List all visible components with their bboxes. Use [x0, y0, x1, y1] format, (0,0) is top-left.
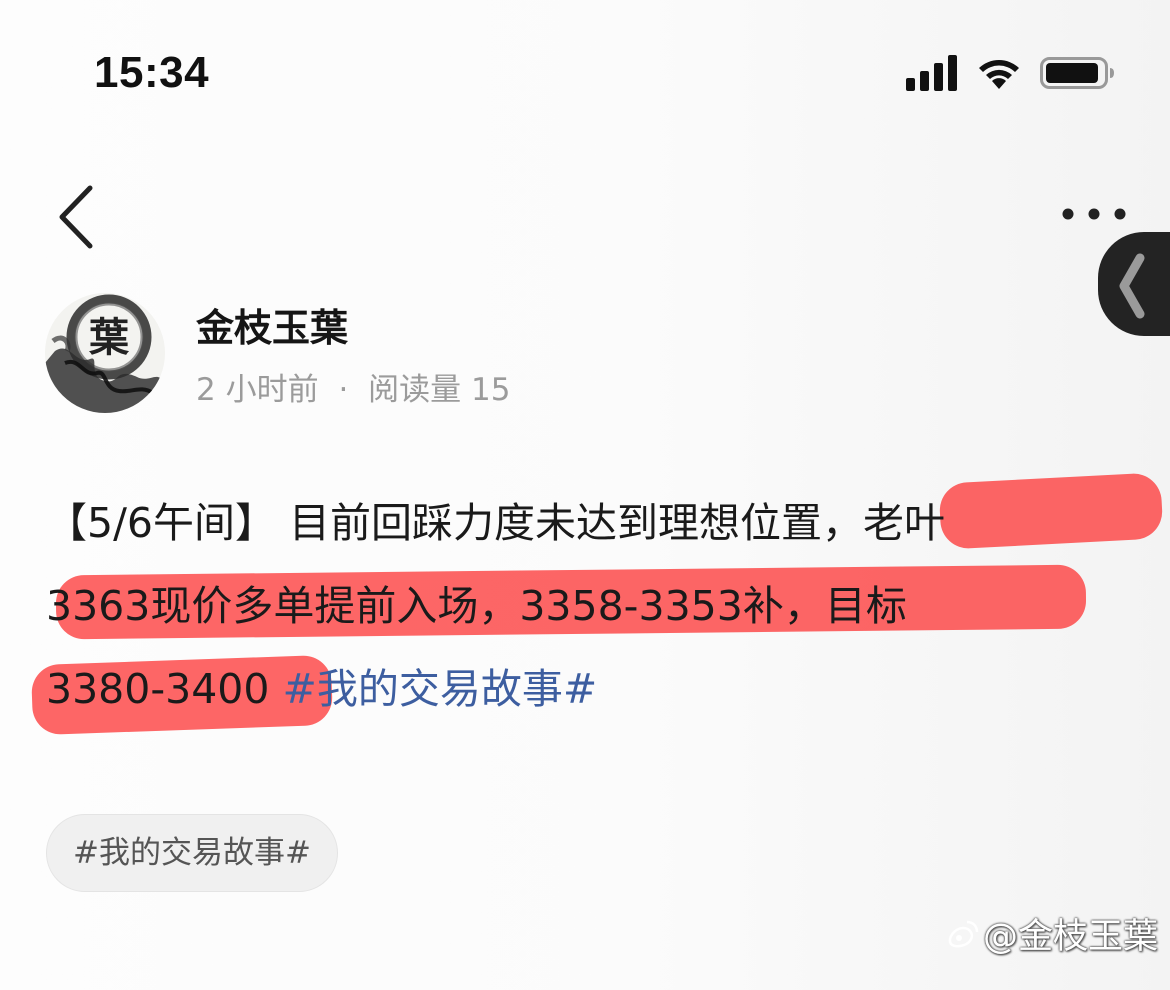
- status-icons: [906, 54, 1116, 94]
- post-line-3: 3380-3400 #我的交易故事#: [46, 648, 1146, 731]
- floating-side-tab[interactable]: [1098, 232, 1170, 336]
- back-button[interactable]: [52, 180, 102, 254]
- weibo-logo-icon: [948, 920, 979, 948]
- post-time: 2 小时前: [196, 372, 319, 408]
- wifi-icon: [979, 60, 1019, 89]
- author-name[interactable]: 金枝玉葉: [196, 297, 348, 352]
- status-bar: 15:34: [0, 0, 1170, 140]
- post-line-1: 【5/6午间】 目前回踩力度未达到理想位置，老叶: [46, 499, 946, 547]
- chevron-left-icon: [59, 185, 93, 249]
- watermark: @金枝玉葉: [945, 908, 1158, 959]
- watermark-text: @金枝玉葉: [982, 917, 1158, 957]
- status-time: 15:34: [94, 48, 210, 97]
- more-button[interactable]: [1054, 196, 1134, 232]
- read-count: 阅读量 15: [368, 372, 511, 408]
- cellular-signal-icon: [906, 55, 957, 91]
- post-line-3-text: 3380-3400: [46, 665, 283, 713]
- avatar-character: 葉: [88, 314, 130, 361]
- chevron-left-icon: [1119, 253, 1145, 319]
- meta-separator: ·: [338, 372, 349, 408]
- avatar-ink-image: 葉: [45, 293, 165, 413]
- avatar[interactable]: 葉: [45, 293, 165, 413]
- inline-hashtag-link[interactable]: #我的交易故事#: [283, 665, 598, 713]
- post-line-2: 3363现价多单提前入场，3358-3353补，目标: [46, 582, 907, 630]
- battery-icon: [1040, 57, 1114, 89]
- post-body: 【5/6午间】 目前回踩力度未达到理想位置，老叶 3363现价多单提前入场，33…: [46, 482, 1146, 731]
- topic-tag-pill[interactable]: #我的交易故事#: [46, 814, 338, 892]
- post-meta: 2 小时前 · 阅读量 15: [196, 364, 510, 409]
- more-horizontal-icon: [1062, 208, 1126, 220]
